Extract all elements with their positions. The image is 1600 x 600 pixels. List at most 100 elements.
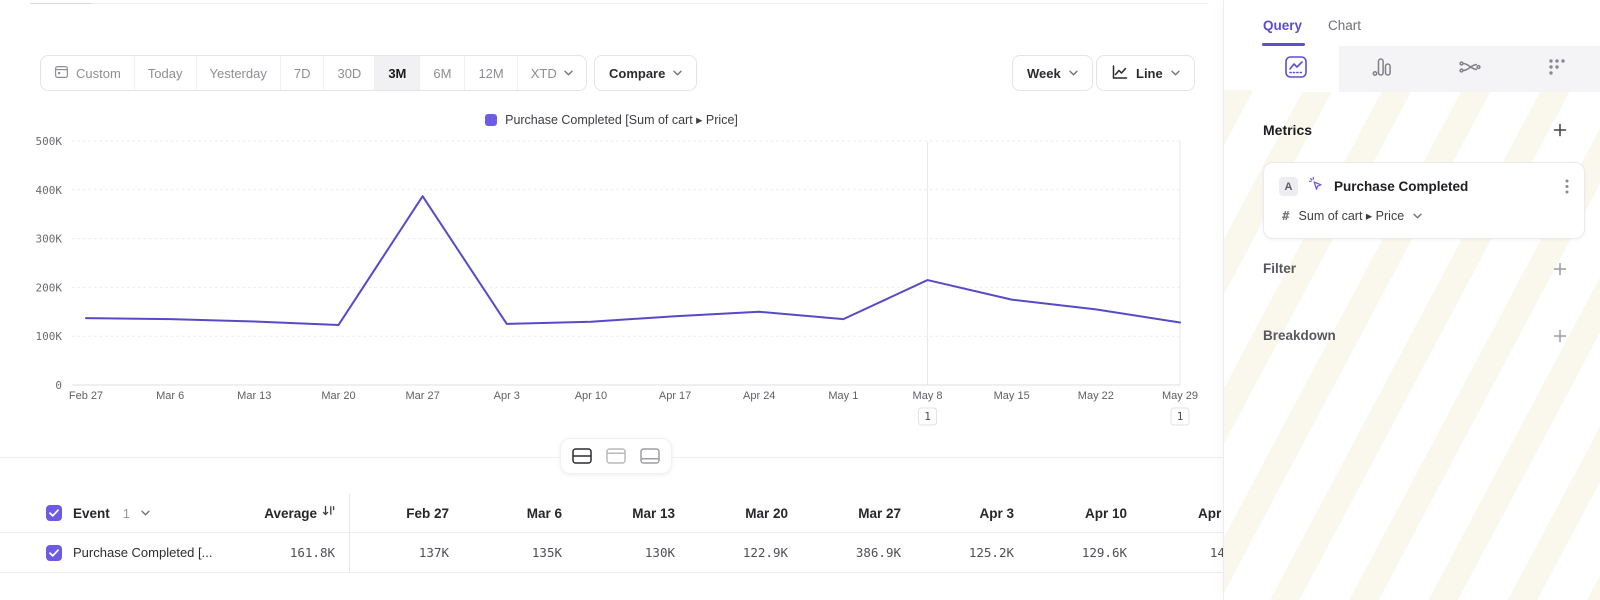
series-swatch: [485, 114, 497, 126]
svg-text:100K: 100K: [36, 330, 63, 343]
row-checkbox[interactable]: [46, 545, 62, 561]
event-header-cell[interactable]: Event 1: [0, 505, 260, 521]
granularity-button[interactable]: Week: [1012, 55, 1093, 91]
cell-value: 137K: [350, 545, 463, 560]
breakdown-section[interactable]: Breakdown: [1263, 328, 1567, 343]
cell-value: 135K: [463, 545, 576, 560]
aggregation-label: Sum of cart ▸ Price: [1299, 208, 1405, 223]
cell-value: 125.2K: [915, 545, 1028, 560]
metric-card[interactable]: A Purchase Completed # Sum of cart ▸ Pri…: [1263, 162, 1585, 239]
svg-text:Mar 20: Mar 20: [321, 390, 355, 402]
calendar-icon: [54, 64, 69, 82]
svg-text:200K: 200K: [36, 281, 63, 294]
compare-button[interactable]: Compare: [594, 55, 697, 91]
viz-retention-button[interactable]: [1513, 46, 1600, 92]
sort-icon: [322, 504, 335, 522]
svg-text:1: 1: [924, 410, 931, 423]
event-header-label: Event: [73, 506, 110, 521]
filter-title: Filter: [1263, 261, 1296, 276]
add-metric-button[interactable]: [1553, 123, 1567, 137]
add-filter-button[interactable]: [1553, 262, 1567, 276]
range-30d[interactable]: 30D: [323, 56, 374, 90]
average-header-cell[interactable]: Average: [260, 494, 350, 532]
column-header: Mar 27: [802, 506, 915, 521]
add-breakdown-button[interactable]: [1553, 329, 1567, 343]
cell-value: 386.9K: [802, 545, 915, 560]
svg-text:May 15: May 15: [994, 390, 1030, 402]
svg-text:500K: 500K: [36, 135, 63, 148]
line-chart: 0100K200K300K400K500KFeb 27Mar 6Mar 13Ma…: [0, 135, 1223, 435]
visualization-type-row: [1252, 46, 1600, 92]
cell-value: 129.6K: [1028, 545, 1141, 560]
range-yesterday[interactable]: Yesterday: [196, 56, 280, 90]
svg-text:0: 0: [55, 379, 62, 392]
legend-label: Purchase Completed [Sum of cart ▸ Price]: [505, 112, 738, 127]
svg-text:Apr 10: Apr 10: [575, 390, 607, 402]
range-xtd[interactable]: XTD: [517, 56, 586, 90]
chevron-down-icon: [1069, 70, 1078, 76]
metric-name: Purchase Completed: [1334, 179, 1555, 194]
svg-text:Apr 17: Apr 17: [659, 390, 691, 402]
breakdown-title: Breakdown: [1263, 328, 1336, 343]
metrics-title: Metrics: [1263, 122, 1312, 138]
annotation-badge: 1: [919, 408, 937, 425]
kebab-menu-icon[interactable]: [1565, 179, 1569, 194]
top-divider: [30, 3, 1208, 4]
chevron-down-icon: [1171, 70, 1180, 76]
metric-letter-badge: A: [1279, 177, 1298, 196]
chevron-down-icon: [1413, 213, 1422, 219]
range-6m[interactable]: 6M: [419, 56, 464, 90]
svg-text:Feb 27: Feb 27: [69, 390, 103, 402]
range-12m[interactable]: 12M: [464, 56, 516, 90]
metric-card-header: A Purchase Completed: [1279, 176, 1569, 197]
select-all-checkbox[interactable]: [46, 505, 62, 521]
svg-text:400K: 400K: [36, 184, 63, 197]
table-row[interactable]: Purchase Completed [... 161.8K 137K 135K…: [0, 532, 1223, 573]
cell-value: 141K: [1141, 545, 1223, 560]
sidebar-tabs: Query Chart: [1224, 0, 1600, 46]
average-value: 161.8K: [290, 545, 335, 560]
row-label: Purchase Completed [...: [73, 545, 212, 560]
range-3m-active[interactable]: 3M: [374, 56, 419, 90]
svg-text:May 22: May 22: [1078, 390, 1114, 402]
viz-funnels-button[interactable]: [1339, 46, 1426, 92]
range-custom[interactable]: Custom: [41, 56, 134, 90]
results-table: Event 1 Average Feb 27 Mar 6 Mar 13 Mar …: [0, 458, 1223, 600]
chevron-down-icon: [141, 510, 150, 516]
line-chart-icon: [1111, 64, 1128, 83]
svg-text:Mar 13: Mar 13: [237, 390, 271, 402]
chart-legend: Purchase Completed [Sum of cart ▸ Price]: [0, 112, 1223, 127]
svg-text:May 1: May 1: [828, 390, 858, 402]
event-pointer-icon: [1308, 176, 1324, 197]
tab-chart[interactable]: Chart: [1328, 18, 1361, 46]
date-range-selector: Custom Today Yesterday 7D 30D 3M 6M 12M …: [40, 55, 587, 91]
viz-flows-button[interactable]: [1426, 46, 1513, 92]
viz-insights-button[interactable]: [1252, 46, 1339, 92]
column-header: Feb 27: [350, 506, 463, 521]
chart-type-button[interactable]: Line: [1096, 55, 1195, 91]
range-label: Custom: [76, 66, 121, 81]
bar-chart-icon: [1372, 56, 1394, 83]
column-header: Apr 3: [915, 506, 1028, 521]
tab-query[interactable]: Query: [1263, 18, 1302, 46]
metric-aggregation-selector[interactable]: # Sum of cart ▸ Price: [1279, 208, 1569, 223]
svg-text:1: 1: [1177, 410, 1184, 423]
filter-section[interactable]: Filter: [1263, 261, 1567, 276]
query-sidebar: Query Chart: [1223, 0, 1600, 600]
column-header: Mar 13: [576, 506, 689, 521]
row-event-cell[interactable]: Purchase Completed [...: [0, 545, 260, 561]
flows-icon: [1458, 56, 1482, 83]
column-header: Mar 20: [689, 506, 802, 521]
svg-text:Apr 24: Apr 24: [743, 390, 775, 402]
svg-text:Apr 3: Apr 3: [494, 390, 520, 402]
chevron-down-icon: [673, 70, 682, 76]
cell-value: 122.9K: [689, 545, 802, 560]
legend-item[interactable]: Purchase Completed [Sum of cart ▸ Price]: [485, 112, 738, 127]
range-today[interactable]: Today: [134, 56, 196, 90]
metrics-section-header: Metrics: [1263, 122, 1567, 138]
range-7d[interactable]: 7D: [280, 56, 324, 90]
insights-report: Custom Today Yesterday 7D 30D 3M 6M 12M …: [0, 0, 1600, 600]
top-divider-segment: [30, 3, 92, 4]
insights-chart-icon: [1284, 55, 1308, 84]
annotation-badge: 1: [1171, 408, 1189, 425]
